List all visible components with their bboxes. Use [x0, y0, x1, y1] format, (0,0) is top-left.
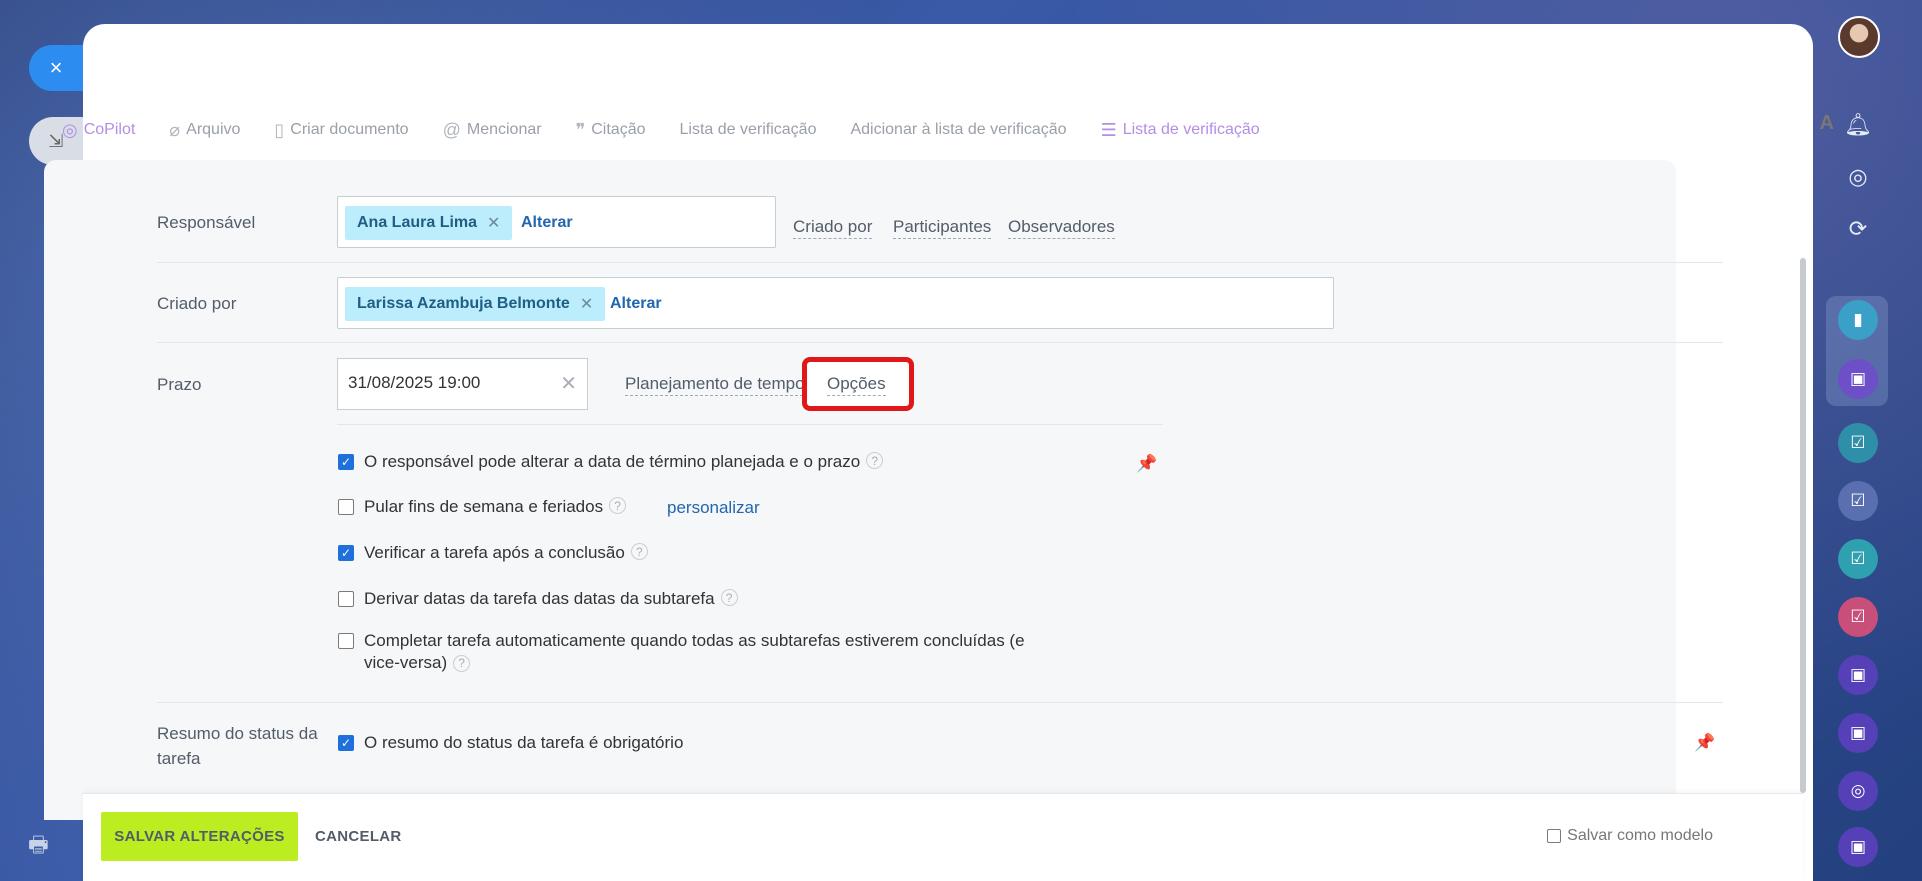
task-icon[interactable]: ☑	[1838, 423, 1878, 463]
sync-icon[interactable]: ⟳	[1838, 209, 1878, 249]
help-icon[interactable]: ?	[630, 543, 648, 560]
quote-icon: ❞	[575, 119, 586, 140]
close-icon: ×	[49, 55, 63, 80]
at-icon: @	[442, 119, 461, 140]
option-derive-dates[interactable]: Derivar datas da tarefa das datas da sub…	[338, 589, 738, 609]
toolbar-quote[interactable]: ❞ Citação	[576, 120, 646, 141]
toolbar-add-to-checklist[interactable]: Adicionar à lista de verificação	[850, 121, 1066, 139]
customize-link[interactable]: personalizar	[667, 498, 760, 518]
contact-icon[interactable]: ▣	[1838, 359, 1878, 399]
toolbar-checklist-add[interactable]: ☰ Lista de verificação	[1101, 120, 1260, 141]
option-checkbox-4[interactable]	[338, 633, 354, 649]
deadline-value: 31/08/2025 19:00	[348, 373, 481, 392]
option-status-summary[interactable]: ✓ O resumo do status da tarefa é obrigat…	[338, 733, 683, 753]
help-icon[interactable]: ?	[453, 654, 471, 672]
save-template-checkbox[interactable]	[1547, 829, 1562, 843]
save-template-label: Salvar como modelo	[1567, 827, 1713, 844]
link-options[interactable]: Opções	[827, 374, 886, 396]
clear-date-icon[interactable]: ✕	[560, 371, 577, 396]
option-label-1: Pular fins de semana e feriados	[364, 497, 604, 516]
status-summary-checkbox[interactable]: ✓	[338, 735, 354, 751]
toolbar-mention[interactable]: @ Mencionar	[443, 120, 542, 141]
contact-icon[interactable]: ▣	[1838, 655, 1878, 695]
status-summary-label: Resumo do status da tarefa	[157, 724, 318, 768]
editor-toolbar: ◎ CoPilot ⌀ Arquivo ▯ Criar documento @ Menc…	[62, 114, 1294, 146]
option-auto-complete[interactable]: Completar tarefa automaticamente quando …	[338, 630, 1078, 674]
toolbar-checklist-label: Lista de verificação	[679, 121, 817, 138]
paperclip-icon: ⌀	[169, 119, 181, 140]
responsible-chip: Ana Laura Lima ✕	[345, 206, 513, 240]
option-label-4: Completar tarefa automaticamente quando …	[364, 630, 1064, 674]
save-as-template[interactable]: Salvar como modelo	[1547, 827, 1713, 845]
bookmark-icon[interactable]: ▮	[1838, 300, 1878, 340]
close-slider-button[interactable]: ×	[29, 45, 83, 91]
link-observers[interactable]: Observadores	[1008, 217, 1115, 239]
option-label-3: Derivar datas da tarefa das datas da sub…	[364, 589, 715, 608]
option-checkbox-1[interactable]	[338, 499, 354, 515]
toolbar-checklist-add-label: Lista de verificação	[1122, 121, 1260, 138]
cancel-button[interactable]: CANCELAR	[315, 828, 402, 845]
divider	[157, 702, 1723, 703]
toolbar-create-document[interactable]: ▯ Criar documento	[274, 120, 408, 141]
checklist-add-icon: ☰	[1100, 119, 1117, 140]
copilot-rail-icon[interactable]: ◎	[1838, 157, 1878, 197]
toolbar-quote-label: Citação	[591, 121, 646, 138]
save-changes-button[interactable]: SALVAR ALTERAÇÕES	[101, 812, 298, 861]
created-by-name: Larissa Azambuja Belmonte	[357, 295, 570, 312]
divider	[157, 262, 1723, 263]
copilot-icon: ◎	[62, 119, 78, 140]
option-checkbox-0[interactable]: ✓	[338, 454, 354, 470]
divider	[337, 424, 1163, 425]
help-icon[interactable]: ?	[609, 497, 627, 514]
change-responsible-link[interactable]: Alterar	[521, 214, 573, 232]
option-checkbox-2[interactable]: ✓	[338, 545, 354, 561]
option-verify-task[interactable]: ✓ Verificar a tarefa após a conclusão?	[338, 543, 648, 563]
font-format-button[interactable]: A	[1820, 112, 1834, 135]
status-summary-text: O resumo do status da tarefa é obrigatór…	[364, 733, 684, 752]
remove-creator-icon[interactable]: ✕	[580, 294, 593, 314]
user-avatar[interactable]	[1838, 16, 1880, 58]
remove-responsible-icon[interactable]: ✕	[487, 213, 500, 233]
divider	[157, 342, 1723, 343]
task-icon[interactable]: ☑	[1838, 597, 1878, 637]
contact-icon[interactable]: ▣	[1838, 713, 1878, 753]
option-label-2: Verificar a tarefa após a conclusão	[364, 543, 625, 562]
scrollbar[interactable]	[1800, 258, 1806, 793]
toolbar-file-label: Arquivo	[186, 121, 241, 138]
document-icon: ▯	[274, 119, 285, 140]
responsible-label: Responsável	[157, 213, 256, 232]
toolbar-mention-label: Mencionar	[466, 121, 542, 138]
footer-bar: SALVAR ALTERAÇÕES CANCELAR Salvar como m…	[83, 793, 1803, 881]
toolbar-file[interactable]: ⌀ Arquivo	[169, 120, 240, 141]
option-label-0: O responsável pode alterar a data de tér…	[364, 452, 861, 471]
toolbar-copilot[interactable]: ◎ CoPilot	[62, 120, 135, 141]
help-icon[interactable]: ?	[720, 589, 738, 606]
option-skip-weekends[interactable]: Pular fins de semana e feriados?	[338, 497, 627, 517]
print-icon[interactable]: 🖶	[28, 828, 54, 857]
created-by-chip: Larissa Azambuja Belmonte ✕	[345, 287, 606, 321]
task-icon[interactable]: ☑	[1838, 539, 1878, 579]
task-icon[interactable]: ☑	[1838, 481, 1878, 521]
created-by-label: Criado por	[157, 294, 237, 313]
deadline-input[interactable]: 31/08/2025 19:00 ✕	[337, 358, 588, 410]
copilot-icon[interactable]: ◎	[1838, 771, 1878, 811]
pin-icon[interactable]: 📌	[1136, 454, 1157, 474]
toolbar-add-to-checklist-label: Adicionar à lista de verificação	[850, 121, 1067, 138]
editor-area[interactable]	[107, 24, 1777, 124]
deadline-label: Prazo	[157, 375, 202, 394]
responsible-name: Ana Laura Lima	[357, 214, 478, 231]
toolbar-create-document-label: Criar documento	[290, 121, 409, 138]
option-checkbox-3[interactable]	[338, 591, 354, 607]
option-change-deadline[interactable]: ✓ O responsável pode alterar a data de t…	[338, 452, 884, 472]
link-time-planning[interactable]: Planejamento de tempo	[625, 374, 803, 396]
toolbar-checklist[interactable]: Lista de verificação	[680, 121, 817, 139]
link-created-by[interactable]: Criado por	[793, 217, 873, 239]
contact-icon[interactable]: ▣	[1838, 827, 1878, 867]
help-icon[interactable]: ?	[866, 452, 884, 469]
bell-icon[interactable]: 🔔︎	[1838, 105, 1878, 145]
toolbar-copilot-label: CoPilot	[83, 121, 136, 138]
link-participants[interactable]: Participantes	[893, 217, 992, 239]
pin-icon[interactable]: 📌	[1694, 733, 1715, 753]
change-creator-link[interactable]: Alterar	[610, 295, 662, 313]
